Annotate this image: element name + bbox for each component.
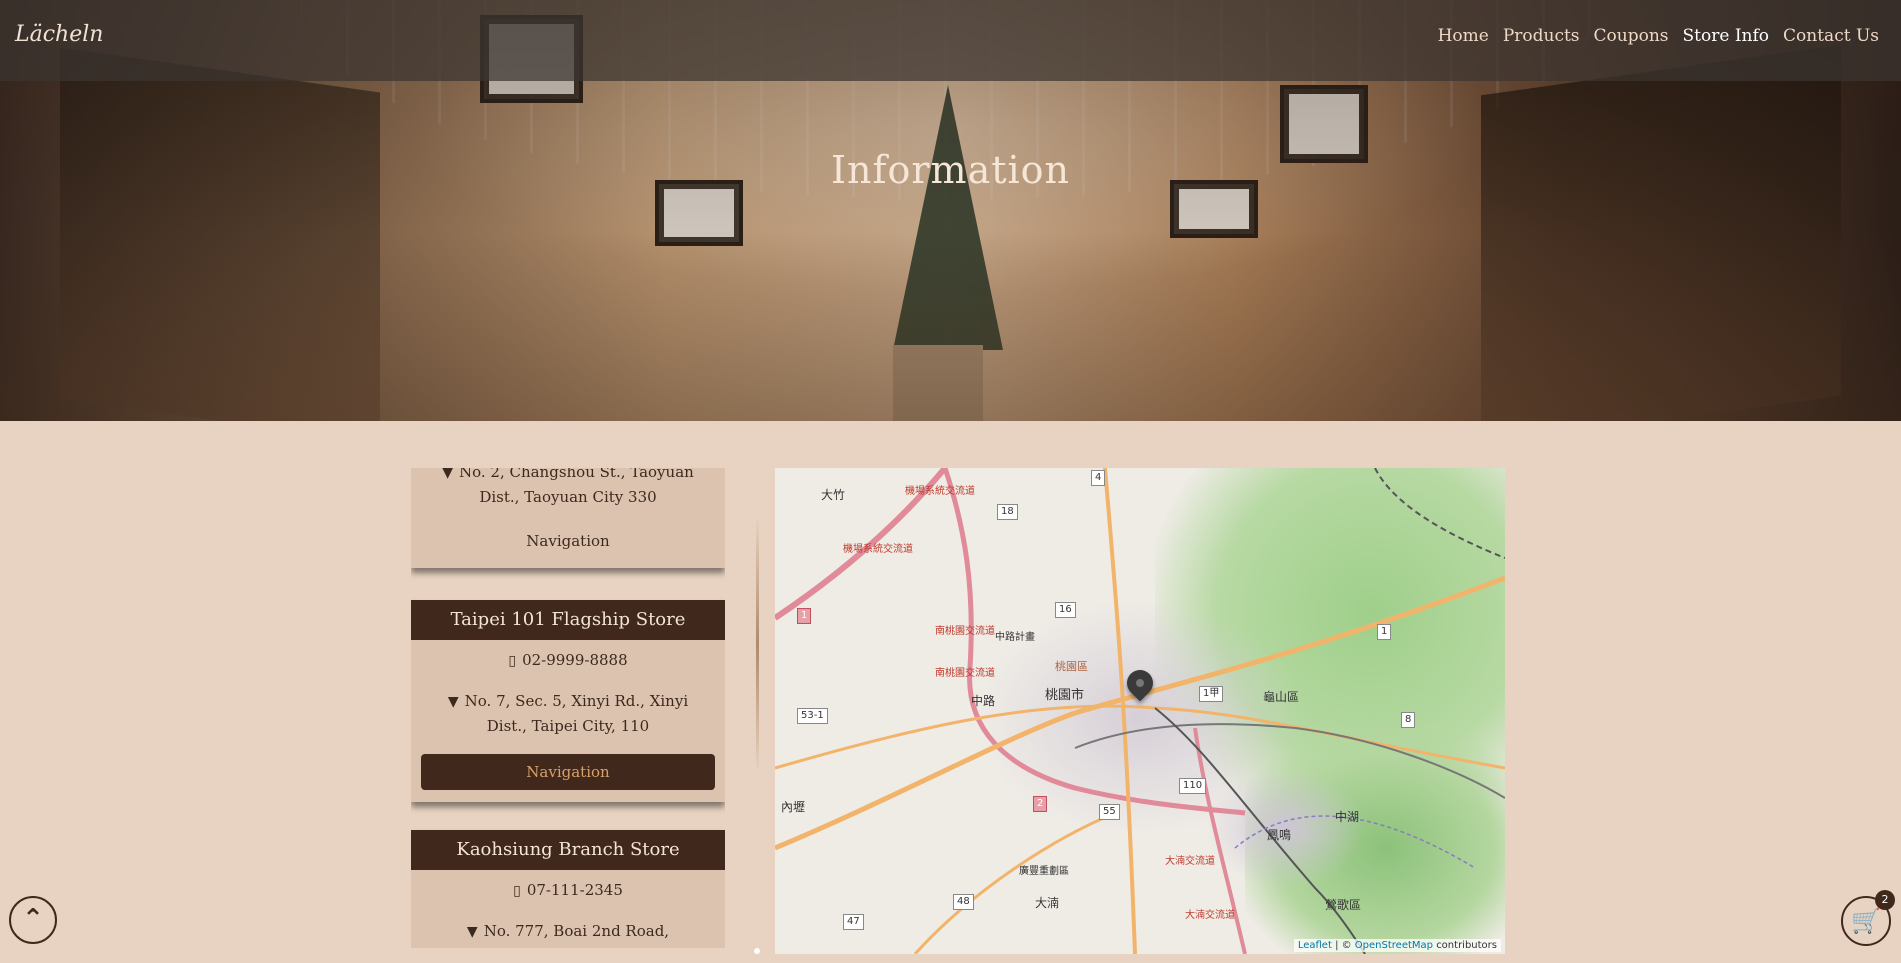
map-label: 機場系統交流道 [843,544,913,555]
top-navbar: Lächeln Home Products Coupons Store Info… [0,0,1901,81]
chevron-double-up-icon: ⌃ [22,904,44,934]
store-list[interactable]: ▼ No. 2, Changshou St., Taoyuan Dist., Ta… [411,468,725,948]
map-label: 桃園區 [1055,660,1088,673]
store-card: Taipei 101 Flagship Store ▯ 02-9999-8888 … [411,600,725,802]
store-list-scrollbar[interactable] [756,520,759,770]
map-label: 大竹 [821,488,846,502]
cart-icon: 🛒 [1851,907,1881,935]
store-name: Taipei 101 Flagship Store [411,600,725,640]
openstreetmap-link[interactable]: OpenStreetMap [1355,940,1433,951]
store-address: ▼ No. 2, Changshou St., Taoyuan Dist., Ta… [411,468,725,509]
route-shield: 1 [1377,624,1392,640]
map-label: 廣豐重劃區 [1019,866,1069,877]
back-to-top-button[interactable]: ⌃ [9,896,57,944]
map-label: 大湳交流道 [1165,856,1215,867]
nav-home[interactable]: Home [1438,26,1489,46]
route-shield: 1 [797,608,812,624]
route-shield: 53-1 [797,708,828,724]
map-label: 中路計畫 [995,632,1035,643]
route-shield: 18 [997,504,1018,520]
store-map[interactable]: 桃園市 中路 龜山區 大竹 內壢 大湳 鳳鳴 鶯歌區 中湖 廣豐重劃區 桃園區 … [775,468,1505,954]
route-shield: 16 [1055,602,1076,618]
map-marker-icon: ▼ [447,694,459,710]
map-label: 龜山區 [1263,690,1300,704]
store-name: Kaohsiung Branch Store [411,830,725,870]
scroll-indicator-dot [754,948,760,954]
navigation-button[interactable]: Navigation [421,523,715,559]
store-address: ▼ No. 7, Sec. 5, Xinyi Rd., Xinyi Dist., … [447,692,689,735]
store-address: ▼No. 777, Boai 2nd Road, Zuoying [411,919,725,948]
map-label: 中路 [971,694,996,708]
attribution-text: contributors [1436,940,1497,951]
route-shield: 55 [1099,804,1120,820]
map-label: 大湳 [1035,896,1060,910]
route-shield: 1甲 [1199,686,1224,702]
nav-store-info[interactable]: Store Info [1683,26,1770,46]
map-label: 南桃園交流道 [935,626,995,637]
map-label: 中湖 [1335,810,1360,824]
map-label: 桃園市 [1045,688,1085,703]
route-shield: 4 [1091,470,1106,486]
map-marker-icon: ▼ [442,468,453,481]
page-title: Information [830,148,1071,192]
map-label: 機場系統交流道 [905,486,975,497]
store-phone: ▯ 02-9999-8888 [411,648,725,673]
navigation-button[interactable]: Navigation [421,754,715,790]
leaflet-link[interactable]: Leaflet [1298,940,1332,951]
nav-contact-us[interactable]: Contact Us [1783,26,1879,46]
map-label: 南桃園交流道 [935,668,995,679]
map-label: 大湳交流道 [1185,910,1235,921]
route-shield: 8 [1401,712,1416,728]
store-phone: ▯ 07-111-2345 [411,878,725,903]
nav-coupons[interactable]: Coupons [1594,26,1669,46]
route-shield: 47 [843,914,864,930]
mobile-phone-icon: ▯ [508,653,517,669]
store-card: ▼ No. 2, Changshou St., Taoyuan Dist., Ta… [411,468,725,568]
cart-count-badge: 2 [1875,890,1895,910]
route-shield: 48 [953,894,974,910]
map-label: 鶯歌區 [1325,898,1362,912]
nav-products[interactable]: Products [1503,26,1580,46]
store-card: Kaohsiung Branch Store ▯ 07-111-2345 ▼ No.… [411,830,725,948]
mobile-phone-icon: ▯ [513,883,521,899]
brand-logo[interactable]: Lächeln [15,22,103,47]
map-label: 內壢 [781,800,806,814]
map-attribution: Leaflet | © OpenStreetMap contributors [1293,939,1501,952]
map-label: 鳳鳴 [1267,828,1292,842]
map-marker-icon: ▼ [466,924,478,940]
route-shield: 110 [1179,778,1207,794]
route-shield: 2 [1033,796,1048,812]
main-menu: Home Products Coupons Store Info Contact… [1438,26,1879,46]
